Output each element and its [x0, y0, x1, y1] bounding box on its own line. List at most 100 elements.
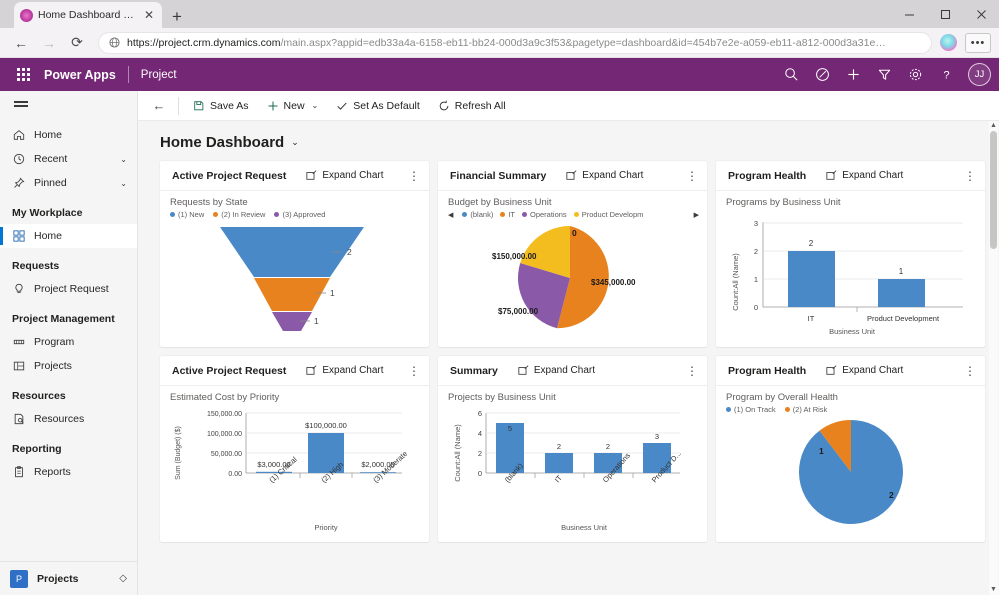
filter-icon[interactable]	[869, 60, 899, 90]
page-title-row[interactable]: Home Dashboard ⌄	[138, 121, 999, 161]
scrollbar-thumb[interactable]	[990, 131, 997, 249]
projects-icon	[12, 360, 25, 373]
chevron-down-icon[interactable]: ⌄	[291, 137, 299, 148]
close-icon[interactable]	[963, 0, 999, 28]
refresh-all-button[interactable]: Refresh All	[430, 93, 514, 119]
brand-label[interactable]: Power Apps	[44, 68, 116, 82]
svg-text:?: ?	[943, 69, 949, 81]
chevron-down-icon[interactable]: ⌄	[120, 179, 127, 188]
card-body: Budget by Business Unit ◀ (blank) IT Ope…	[438, 191, 707, 347]
refresh-icon	[438, 100, 450, 112]
legend-item[interactable]: Product Developm	[573, 210, 643, 219]
chart-card-estimated-cost: Active Project Request Expand Chart ⋮ Es…	[160, 356, 429, 542]
browser-menu-icon[interactable]: •••	[965, 32, 991, 53]
card-menu-icon[interactable]: ⋮	[964, 170, 976, 182]
sidebar-item-resources[interactable]: Resources	[0, 407, 137, 431]
card-body: Program by Overall Health (1) On Track (…	[716, 386, 985, 542]
card-header: Active Project Request Expand Chart ⋮	[160, 161, 429, 191]
tab-title: Home Dashboard · Power Apps	[38, 9, 137, 21]
card-menu-icon[interactable]: ⋮	[408, 365, 420, 377]
expand-chart-button[interactable]: Expand Chart	[826, 170, 903, 181]
pie-chart-budget: 0 $345,000.00 $75,000.00 $150,000.00	[492, 226, 636, 329]
new-button[interactable]: New ⌄	[259, 93, 327, 119]
svg-text:IT: IT	[553, 473, 564, 484]
search-icon[interactable]	[776, 60, 806, 90]
card-menu-icon[interactable]: ⋮	[686, 170, 698, 182]
legend-item[interactable]: (1) New	[170, 210, 204, 219]
minimize-icon[interactable]	[891, 0, 927, 28]
pie-label-operations: $75,000.00	[498, 307, 539, 316]
expand-chart-button[interactable]: Expand Chart	[826, 365, 903, 376]
resource-icon	[12, 413, 25, 426]
help-icon[interactable]: ?	[931, 60, 961, 90]
address-bar[interactable]: https://project.crm.dynamics.com/main.as…	[98, 31, 932, 54]
gear-icon[interactable]	[900, 60, 930, 90]
save-as-button[interactable]: Save As	[185, 93, 257, 119]
expand-chart-button[interactable]: Expand Chart	[306, 170, 384, 181]
x-axis-label: Business Unit	[829, 327, 876, 336]
chevron-updown-icon[interactable]: ◇	[119, 573, 127, 584]
powerapps-favicon-icon	[20, 8, 33, 22]
sidebar-item-home[interactable]: Home	[0, 123, 137, 147]
plus-icon[interactable]	[838, 60, 868, 90]
new-tab-button[interactable]: +	[172, 8, 182, 25]
legend-prev-icon[interactable]: ◀	[448, 211, 453, 219]
sidebar-item-project-request[interactable]: Project Request	[0, 277, 137, 301]
legend-item[interactable]: (blank)	[462, 210, 493, 219]
set-as-default-button[interactable]: Set As Default	[328, 93, 428, 119]
legend-item[interactable]: (2) In Review	[213, 210, 265, 219]
command-back-icon[interactable]: ←	[146, 98, 172, 113]
app-switcher[interactable]: P Projects ◇	[0, 561, 137, 595]
legend-item[interactable]: (3) Approved	[274, 210, 325, 219]
scroll-up-icon[interactable]: ▲	[989, 121, 998, 131]
legend-items: (blank) IT Operations Product Developm	[462, 210, 643, 219]
card-title: Active Project Request	[172, 364, 287, 377]
browser-tab[interactable]: Home Dashboard · Power Apps ✕	[14, 2, 162, 28]
svg-text:1: 1	[899, 267, 904, 276]
reload-icon[interactable]: ⟳	[64, 31, 90, 55]
app-launcher-icon[interactable]	[8, 68, 38, 81]
tab-close-icon[interactable]: ✕	[142, 9, 156, 21]
sidebar-item-reports[interactable]: Reports	[0, 460, 137, 484]
card-menu-icon[interactable]: ⋮	[408, 170, 420, 182]
chart-card-summary: Summary Expand Chart ⋮ Projects by Busin…	[438, 356, 707, 542]
browser-window: Home Dashboard · Power Apps ✕ + ← → ⟳ ht…	[0, 0, 999, 595]
expand-chart-label: Expand Chart	[842, 365, 904, 376]
card-menu-icon[interactable]: ⋮	[686, 365, 698, 377]
page-scrollbar[interactable]: ▲ ▼	[989, 121, 998, 595]
avatar[interactable]: JJ	[968, 63, 991, 86]
svg-text:$100,000.00: $100,000.00	[305, 421, 347, 430]
chart-card-active-project-request-funnel: Active Project Request Expand Chart ⋮ Re…	[160, 161, 429, 347]
expand-chart-button[interactable]: Expand Chart	[306, 365, 384, 376]
menu-icon[interactable]	[0, 91, 137, 121]
chart-subtitle: Projects by Business Unit	[448, 392, 556, 403]
pen-circle-icon[interactable]	[807, 60, 837, 90]
app-body: Home Recent ⌄ Pinned ⌄ My Workplace Home…	[0, 91, 999, 595]
card-header: Program Health Expand Chart ⋮	[716, 161, 985, 191]
header-actions: ? JJ	[776, 60, 999, 90]
maximize-icon[interactable]	[927, 0, 963, 28]
chevron-down-icon[interactable]: ⌄	[120, 155, 127, 164]
legend-item[interactable]: (1) On Track	[726, 405, 776, 414]
sidebar-item-recent[interactable]: Recent ⌄	[0, 147, 137, 171]
scroll-down-icon[interactable]: ▼	[989, 585, 998, 595]
pie-label-at-risk: 1	[819, 446, 824, 456]
expand-chart-button[interactable]: Expand Chart	[566, 170, 643, 181]
card-header: Program Health Expand Chart ⋮	[716, 356, 985, 386]
legend-item[interactable]: IT	[500, 210, 515, 219]
legend-item[interactable]: (2) At Risk	[784, 405, 827, 414]
command-divider	[178, 96, 179, 115]
legend-next-icon[interactable]: ▶	[694, 211, 699, 219]
sidebar-item-pinned[interactable]: Pinned ⌄	[0, 171, 137, 195]
chevron-down-icon[interactable]: ⌄	[312, 101, 319, 110]
extension-icon[interactable]	[940, 34, 957, 51]
expand-chart-button[interactable]: Expand Chart	[518, 365, 595, 376]
card-menu-icon[interactable]: ⋮	[964, 365, 976, 377]
app-name-label: Project	[140, 68, 177, 81]
back-icon[interactable]: ←	[8, 31, 34, 55]
legend-item[interactable]: Operations	[522, 210, 567, 219]
forward-icon[interactable]: →	[36, 31, 62, 55]
sidebar-item-workplace-home[interactable]: Home	[0, 224, 137, 248]
sidebar-item-projects[interactable]: Projects	[0, 354, 137, 378]
sidebar-item-program[interactable]: Program	[0, 330, 137, 354]
